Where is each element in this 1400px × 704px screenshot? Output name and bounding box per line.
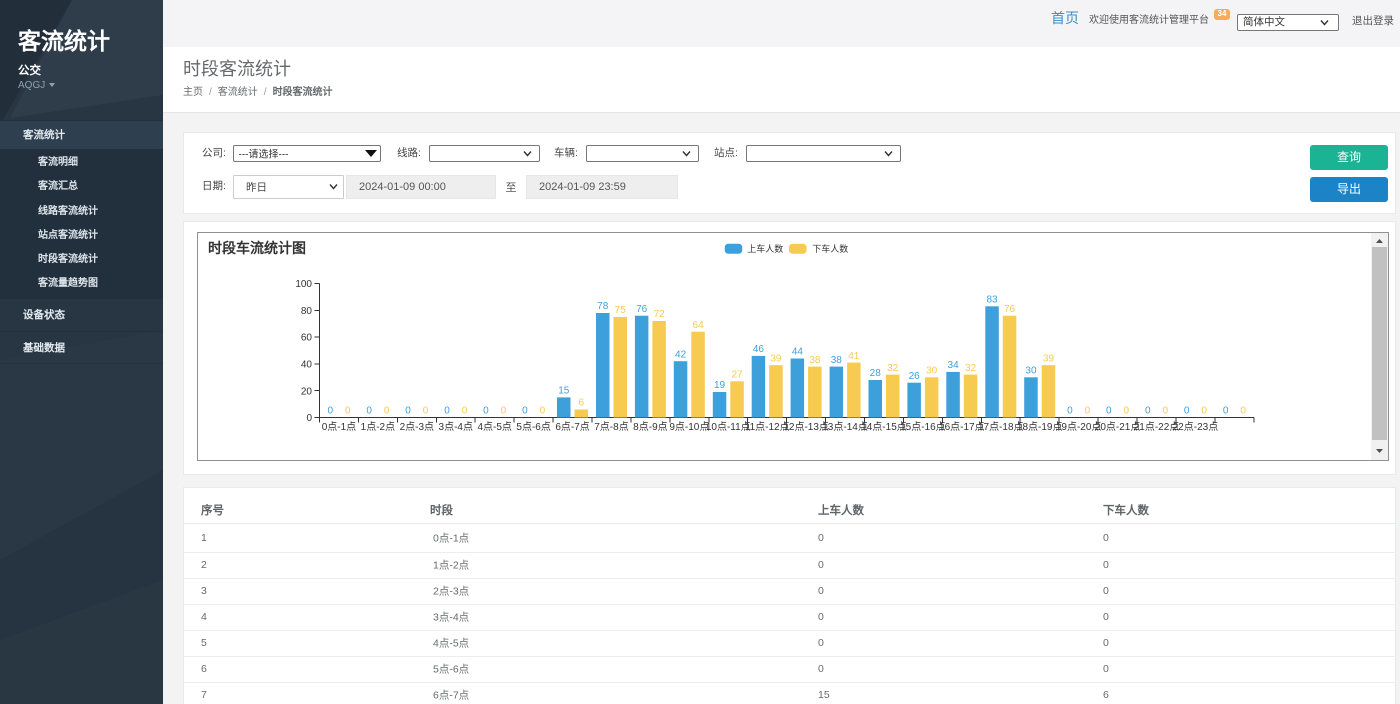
- svg-text:6: 6: [579, 398, 585, 409]
- svg-text:64: 64: [693, 320, 705, 331]
- svg-text:60: 60: [301, 333, 313, 344]
- svg-text:7点-8点: 7点-8点: [594, 421, 628, 433]
- svg-text:22点-23点: 22点-23点: [1173, 421, 1219, 433]
- svg-text:27: 27: [731, 370, 743, 381]
- svg-text:5点-6点: 5点-6点: [516, 421, 550, 433]
- svg-text:26: 26: [909, 371, 921, 382]
- svg-text:0: 0: [306, 413, 312, 424]
- svg-text:9点-10点: 9点-10点: [669, 421, 709, 433]
- svg-text:0: 0: [540, 406, 546, 417]
- svg-text:0: 0: [1145, 406, 1151, 417]
- svg-text:0: 0: [366, 406, 372, 417]
- svg-text:0: 0: [1124, 406, 1130, 417]
- svg-text:83: 83: [986, 295, 998, 306]
- svg-text:44: 44: [792, 347, 804, 358]
- svg-text:28: 28: [870, 368, 882, 379]
- svg-text:0: 0: [1201, 406, 1207, 417]
- svg-text:42: 42: [675, 349, 687, 360]
- svg-text:38: 38: [831, 355, 843, 366]
- svg-text:76: 76: [1004, 304, 1016, 315]
- svg-text:80: 80: [301, 306, 313, 317]
- svg-text:72: 72: [654, 309, 666, 320]
- svg-text:0: 0: [423, 406, 429, 417]
- svg-text:0: 0: [1162, 406, 1168, 417]
- svg-text:0: 0: [384, 406, 390, 417]
- svg-text:4点-5点: 4点-5点: [477, 421, 511, 433]
- svg-text:0: 0: [522, 406, 528, 417]
- svg-text:100: 100: [295, 279, 312, 290]
- svg-text:0点-1点: 0点-1点: [322, 421, 356, 433]
- svg-text:1点-2点: 1点-2点: [361, 421, 395, 433]
- svg-text:76: 76: [636, 304, 648, 315]
- svg-text:0: 0: [405, 406, 411, 417]
- svg-text:0: 0: [1085, 406, 1091, 417]
- svg-text:上车人数: 上车人数: [747, 243, 783, 254]
- svg-text:时段车流统计图: 时段车流统计图: [208, 240, 306, 256]
- svg-text:40: 40: [301, 360, 313, 371]
- svg-text:2点-3点: 2点-3点: [400, 421, 434, 433]
- svg-text:30: 30: [1025, 366, 1037, 377]
- svg-text:46: 46: [753, 344, 765, 355]
- svg-text:32: 32: [887, 363, 899, 374]
- svg-text:8点-9点: 8点-9点: [633, 421, 667, 433]
- svg-text:0: 0: [462, 406, 468, 417]
- svg-text:38: 38: [809, 355, 821, 366]
- svg-text:20: 20: [301, 386, 313, 397]
- svg-text:0: 0: [345, 406, 351, 417]
- svg-text:0: 0: [1106, 406, 1112, 417]
- svg-text:0: 0: [1067, 406, 1073, 417]
- svg-text:41: 41: [848, 351, 860, 362]
- svg-text:下车人数: 下车人数: [812, 243, 848, 254]
- svg-text:0: 0: [444, 406, 450, 417]
- svg-text:39: 39: [770, 353, 782, 364]
- svg-text:3点-4点: 3点-4点: [439, 421, 473, 433]
- svg-text:0: 0: [1240, 406, 1246, 417]
- svg-text:39: 39: [1043, 353, 1055, 364]
- svg-text:0: 0: [1223, 406, 1229, 417]
- svg-text:0: 0: [327, 406, 333, 417]
- svg-text:0: 0: [483, 406, 489, 417]
- svg-text:32: 32: [965, 363, 977, 374]
- svg-text:6点-7点: 6点-7点: [555, 421, 589, 433]
- svg-text:0: 0: [1184, 406, 1190, 417]
- svg-text:34: 34: [948, 360, 960, 371]
- svg-text:78: 78: [597, 301, 609, 312]
- svg-text:0: 0: [501, 406, 507, 417]
- svg-text:19: 19: [714, 380, 726, 391]
- svg-text:15: 15: [558, 386, 570, 397]
- svg-text:75: 75: [615, 305, 627, 316]
- svg-text:30: 30: [926, 366, 938, 377]
